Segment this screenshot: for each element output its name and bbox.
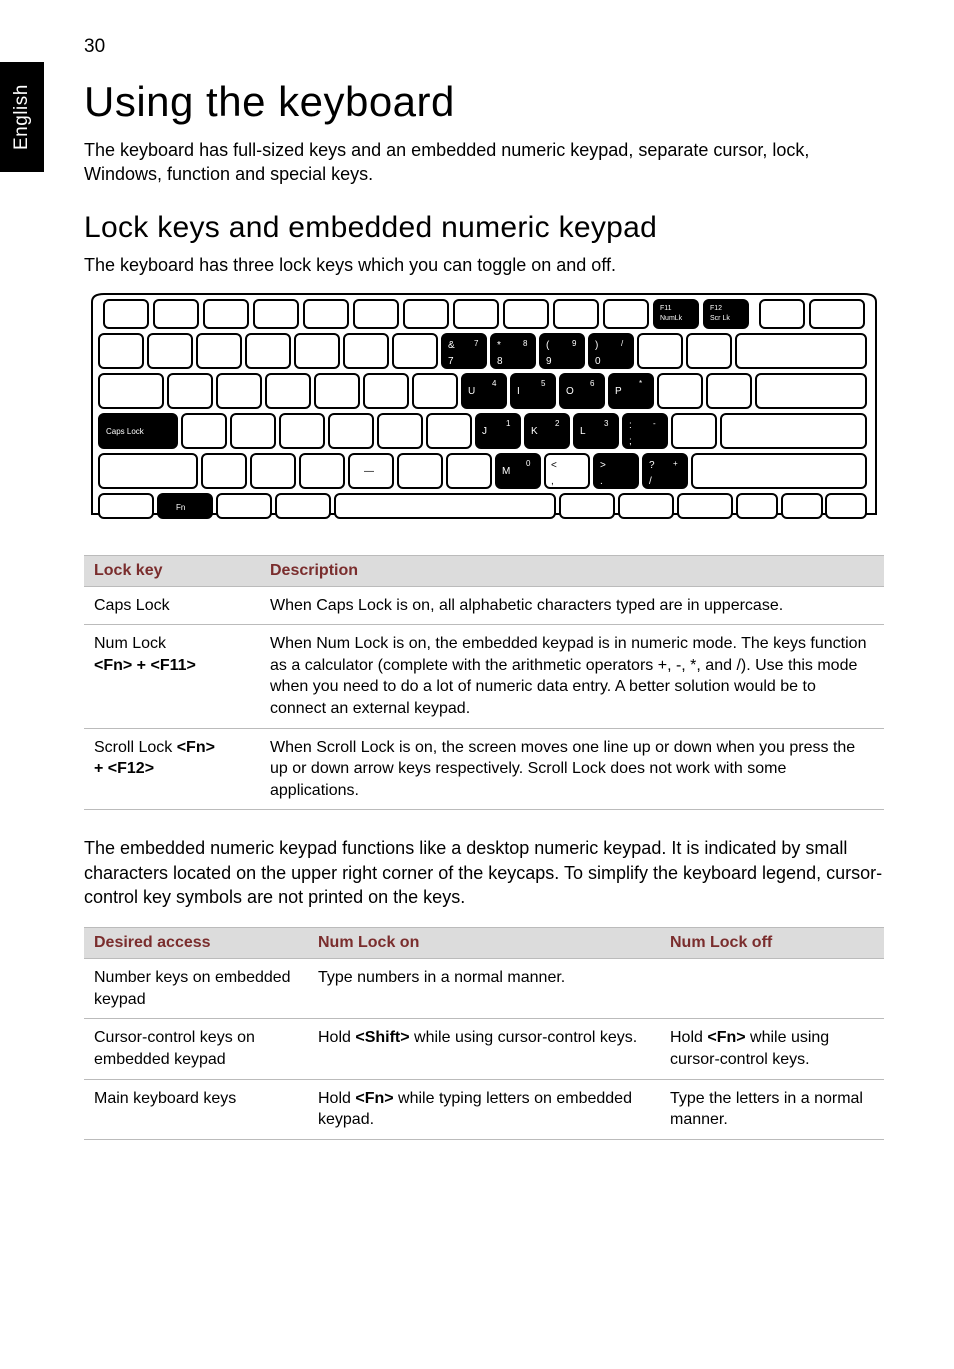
keyboard-icon: .kline{fill:none;stroke:#000;stroke-widt… xyxy=(84,290,884,520)
svg-text:NumLk: NumLk xyxy=(660,315,683,322)
table-header: Num Lock off xyxy=(660,928,884,959)
svg-text:K: K xyxy=(531,426,538,437)
svg-text:4: 4 xyxy=(492,379,497,388)
svg-text:?: ? xyxy=(649,460,655,471)
cell: Hold <Shift> while using cursor-control … xyxy=(308,1019,660,1079)
page-title: Using the keyboard xyxy=(84,78,884,126)
table-header: Desired access xyxy=(84,928,308,959)
svg-text:O: O xyxy=(566,386,574,397)
svg-text:Fn: Fn xyxy=(176,503,185,512)
cell: Type the letters in a normal manner. xyxy=(660,1079,884,1139)
table-row: Cursor-control keys on embedded keypad H… xyxy=(84,1019,884,1079)
svg-text:7: 7 xyxy=(474,339,479,348)
table-row: Num Lock<Fn> + <F11> When Num Lock is on… xyxy=(84,625,884,728)
cell: Cursor-control keys on embedded keypad xyxy=(84,1019,308,1079)
table-row: Caps Lock When Caps Lock is on, all alph… xyxy=(84,586,884,625)
svg-text:Caps Lock: Caps Lock xyxy=(106,427,145,436)
svg-text::: : xyxy=(629,420,632,431)
svg-text:L: L xyxy=(580,426,586,437)
svg-text:<: < xyxy=(551,460,557,471)
cell xyxy=(660,959,884,1019)
keyboard-figure: .kline{fill:none;stroke:#000;stroke-widt… xyxy=(84,290,884,525)
svg-text:,: , xyxy=(551,476,554,487)
intro-paragraph: The keyboard has full-sized keys and an … xyxy=(84,138,884,187)
section-title: Lock keys and embedded numeric keypad xyxy=(84,211,884,245)
cell: Hold <Fn> while typing letters on embedd… xyxy=(308,1079,660,1139)
cell: Type numbers in a normal manner. xyxy=(308,959,660,1019)
svg-text:*: * xyxy=(497,340,501,351)
cell-key: Scroll Lock <Fn>+ <F12> xyxy=(84,728,260,810)
svg-text:—: — xyxy=(364,466,374,477)
page-number: 30 xyxy=(84,36,884,58)
svg-text:P: P xyxy=(615,386,622,397)
svg-text:9: 9 xyxy=(572,339,577,348)
cell-desc: When Num Lock is on, the embedded keypad… xyxy=(260,625,884,728)
cell: Hold <Fn> while using cursor-control key… xyxy=(660,1019,884,1079)
cell: Main keyboard keys xyxy=(84,1079,308,1139)
cell-desc: When Scroll Lock is on, the screen moves… xyxy=(260,728,884,810)
table-header: Lock key xyxy=(84,555,260,586)
svg-text:0: 0 xyxy=(526,459,531,468)
svg-text:F12: F12 xyxy=(710,305,722,312)
svg-text:M: M xyxy=(502,466,510,477)
table-row: Scroll Lock <Fn>+ <F12> When Scroll Lock… xyxy=(84,728,884,810)
svg-text:2: 2 xyxy=(555,419,560,428)
svg-text:5: 5 xyxy=(541,379,546,388)
svg-text:Scr Lk: Scr Lk xyxy=(710,315,730,322)
table-row: Number keys on embedded keypad Type numb… xyxy=(84,959,884,1019)
svg-text:9: 9 xyxy=(546,356,552,367)
svg-text:.: . xyxy=(600,476,603,487)
mode-table: Desired access Num Lock on Num Lock off … xyxy=(84,927,884,1140)
cell: Number keys on embedded keypad xyxy=(84,959,308,1019)
svg-text:U: U xyxy=(468,386,475,397)
svg-text:-: - xyxy=(653,419,656,428)
svg-text:I: I xyxy=(517,386,520,397)
cell-key: Caps Lock xyxy=(84,586,260,625)
table-row: Main keyboard keys Hold <Fn> while typin… xyxy=(84,1079,884,1139)
table-header: Description xyxy=(260,555,884,586)
lock-key-table: Lock key Description Caps Lock When Caps… xyxy=(84,555,884,811)
table-header: Num Lock on xyxy=(308,928,660,959)
svg-text:;: ; xyxy=(629,436,632,447)
svg-text:8: 8 xyxy=(523,339,528,348)
svg-text:/: / xyxy=(649,476,652,487)
svg-text:7: 7 xyxy=(448,356,454,367)
svg-text:>: > xyxy=(600,460,606,471)
body-paragraph: The embedded numeric keypad functions li… xyxy=(84,836,884,909)
svg-text:1: 1 xyxy=(506,419,511,428)
svg-text:&: & xyxy=(448,340,455,351)
svg-text:0: 0 xyxy=(595,356,601,367)
language-tab: English xyxy=(0,62,44,172)
svg-text:6: 6 xyxy=(590,379,595,388)
cell-key: Num Lock<Fn> + <F11> xyxy=(84,625,260,728)
svg-text:3: 3 xyxy=(604,419,609,428)
svg-text:J: J xyxy=(482,426,487,437)
svg-text:+: + xyxy=(673,459,678,468)
svg-text:F11: F11 xyxy=(660,305,672,312)
section-subtitle: The keyboard has three lock keys which y… xyxy=(84,255,884,276)
svg-text:8: 8 xyxy=(497,356,503,367)
svg-text:): ) xyxy=(595,340,598,351)
svg-text:*: * xyxy=(639,379,642,388)
cell-desc: When Caps Lock is on, all alphabetic cha… xyxy=(260,586,884,625)
